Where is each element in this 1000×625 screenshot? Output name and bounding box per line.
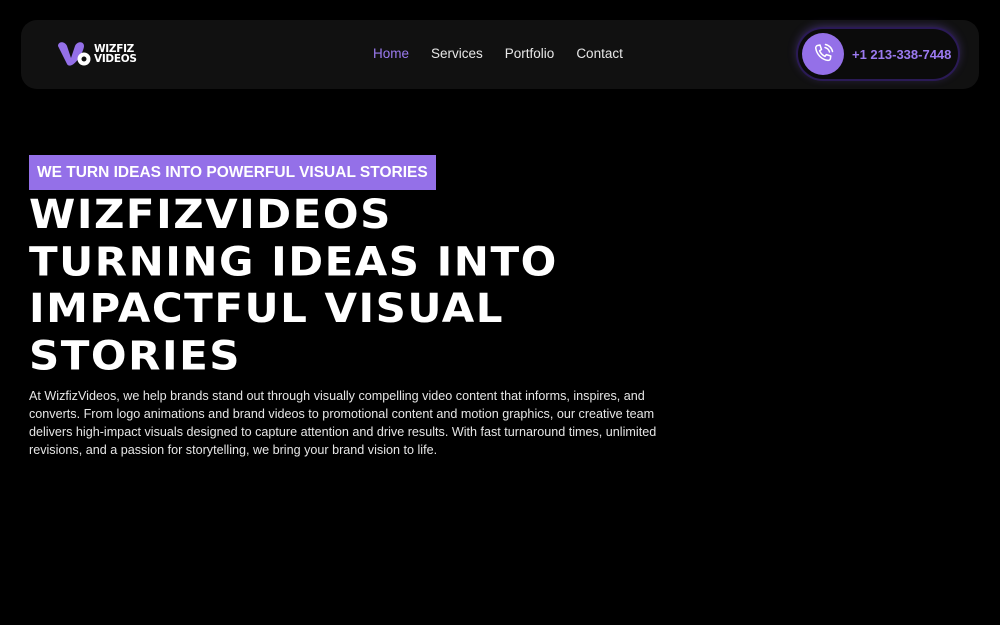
nav-item-services[interactable]: Services [431, 45, 483, 63]
headline-line-4: STORIES [29, 332, 242, 379]
nav-item-home[interactable]: Home [373, 45, 409, 63]
nav-menu: Home Services Portfolio Contact [373, 45, 623, 63]
hero-headline: WIZFIZVIDEOS TURNING IDEAS INTO IMPACTFU… [29, 191, 709, 379]
phone-call-button[interactable]: +1 213-338-7448 [798, 29, 958, 79]
hero-tagline: WE TURN IDEAS INTO POWERFUL VISUAL STORI… [29, 155, 436, 190]
logo[interactable]: WIZFIZ VIDEOS [56, 40, 137, 68]
page: WIZFIZ VIDEOS Home Services Portfolio Co… [0, 0, 1000, 625]
headline-line-3: IMPACTFUL VISUAL [29, 285, 504, 332]
phone-number: +1 213-338-7448 [852, 46, 952, 62]
headline-line-2: TURNING IDEAS INTO [29, 238, 558, 285]
logo-text: WIZFIZ VIDEOS [94, 44, 137, 65]
navbar: WIZFIZ VIDEOS Home Services Portfolio Co… [21, 20, 979, 89]
nav-item-portfolio[interactable]: Portfolio [505, 45, 555, 63]
hero-description: At WizfizVideos, we help brands stand ou… [29, 389, 657, 457]
logo-text-line2: VIDEOS [94, 53, 137, 65]
phone-call-icon [815, 43, 834, 62]
logo-mark-icon [58, 42, 91, 66]
nav-item-contact[interactable]: Contact [576, 45, 623, 63]
phone-icon-circle [802, 33, 844, 75]
headline-line-1: WIZFIZVIDEOS [29, 191, 392, 238]
